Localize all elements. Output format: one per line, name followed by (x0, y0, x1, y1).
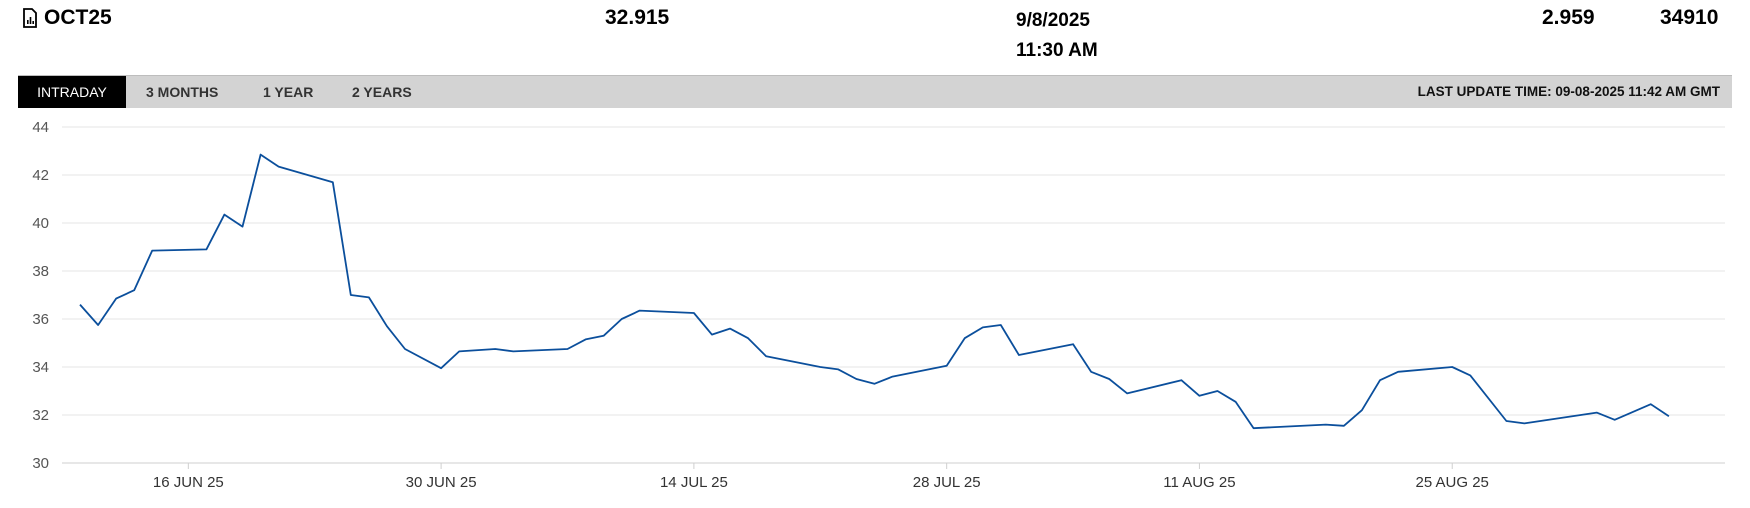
price-change: 2.959 (1542, 6, 1595, 29)
y-axis: 30 32 34 36 38 40 42 44 (32, 119, 49, 472)
price-chart: 30 32 34 36 38 40 42 44 16 JUN 25 30 JUN 25 14 JU… (32, 119, 1725, 491)
contract-title: OCT25 (22, 6, 112, 30)
series-layer (79, 153, 1670, 430)
quote-header: OCT25 32.915 9/8/2025 11:30 AM 2.959 349… (0, 0, 1750, 72)
x-tick-label: 28 JUL 25 (913, 474, 981, 491)
y-tick-label: 34 (32, 359, 49, 376)
x-tick-label: 30 JUN 25 (406, 474, 477, 491)
price-series-line (79, 153, 1670, 430)
y-tick-label: 42 (32, 167, 49, 184)
grid-lines (62, 126, 1725, 464)
volume: 34910 (1660, 6, 1719, 29)
tab-1-year[interactable]: 1 YEAR (263, 76, 313, 108)
y-tick-label: 32 (32, 407, 49, 424)
tab-3-months[interactable]: 3 MONTHS (146, 76, 218, 108)
y-tick-label: 36 (32, 311, 49, 328)
y-tick-label: 44 (32, 119, 49, 136)
x-tick-label: 14 JUL 25 (660, 474, 728, 491)
x-tick-label: 16 JUN 25 (153, 474, 224, 491)
tab-intraday[interactable]: INTRADAY (18, 76, 126, 108)
quote-time: 11:30 AM (1016, 40, 1098, 61)
last-price: 32.915 (605, 6, 670, 29)
contract-name: OCT25 (44, 6, 112, 29)
chart-document-icon (22, 8, 38, 28)
y-tick-label: 30 (32, 455, 49, 472)
quote-date: 9/8/2025 (1016, 10, 1090, 31)
x-tick-label: 25 AUG 25 (1416, 474, 1489, 491)
quote-datetime: 9/8/2025 11:30 AM (1016, 6, 1098, 66)
y-tick-label: 38 (32, 263, 49, 280)
tab-2-years[interactable]: 2 YEARS (352, 76, 412, 108)
x-tick-label: 11 AUG 25 (1163, 474, 1235, 491)
last-update-time: LAST UPDATE TIME: 09-08-2025 11:42 AM GM… (1417, 84, 1720, 99)
y-tick-label: 40 (32, 215, 49, 232)
range-tab-bar: INTRADAY 3 MONTHS 1 YEAR 2 YEARS LAST UP… (18, 75, 1732, 108)
x-axis: 16 JUN 25 30 JUN 25 14 JUL 25 28 JUL 25 11 A… (153, 463, 1489, 491)
